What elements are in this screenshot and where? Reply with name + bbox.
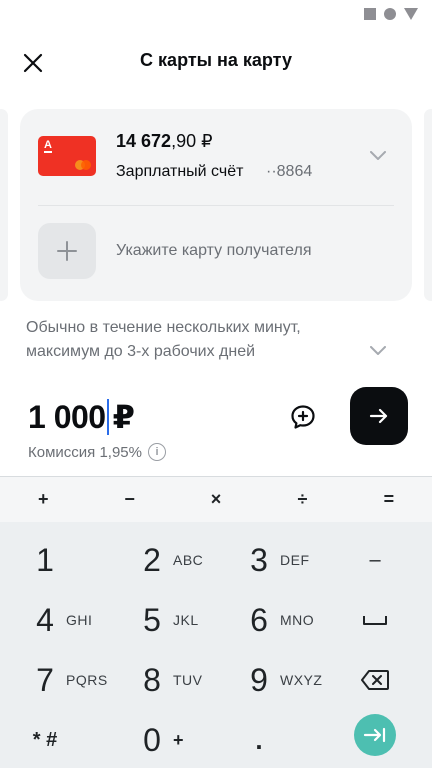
- key-letters: MNO: [280, 612, 315, 628]
- key-digit: 0: [143, 721, 161, 758]
- key-digit: 4: [36, 601, 54, 638]
- recipient-card-selector[interactable]: Укажите карту получателя: [20, 206, 412, 355]
- key-minus[interactable]: −: [86, 477, 172, 522]
- system-nav-icons: [364, 8, 418, 20]
- amount-currency: ₽: [112, 399, 135, 435]
- key-9[interactable]: 9 WXYZ: [244, 652, 344, 708]
- key-equals[interactable]: =: [346, 477, 432, 522]
- home-icon: [384, 8, 396, 20]
- commission-info: Комиссия 1,95% i: [28, 443, 166, 461]
- recents-icon: [364, 8, 376, 20]
- backspace-icon: [361, 670, 389, 690]
- key-letters: GHI: [66, 612, 93, 628]
- transfer-time-info: Обычно в течение нескольких минут, макси…: [26, 316, 406, 364]
- comment-plus-icon: [291, 405, 315, 429]
- key-letters: +: [173, 729, 185, 750]
- commission-text: Комиссия 1,95%: [28, 443, 142, 461]
- space-icon: [363, 616, 387, 625]
- plus-icon: [57, 241, 77, 261]
- key-2[interactable]: 2 ABC: [137, 532, 237, 588]
- mastercard-icon: [75, 160, 91, 170]
- key-0[interactable]: 0 +: [137, 712, 237, 768]
- key-digit: 2: [143, 541, 161, 578]
- submit-transfer-button[interactable]: [350, 387, 408, 445]
- info-icon[interactable]: i: [147, 443, 166, 461]
- bank-logo-underline: [44, 151, 52, 153]
- account-name: Зарплатный счёт: [116, 163, 244, 180]
- key-letters: TUV: [173, 672, 203, 688]
- chevron-down-icon: [368, 146, 388, 166]
- key-divide[interactable]: ÷: [259, 477, 345, 522]
- add-comment-button[interactable]: [288, 402, 318, 432]
- key-digit: 3: [250, 541, 268, 578]
- amount-input[interactable]: 1 000 ₽: [28, 394, 135, 440]
- bank-logo: A: [44, 139, 52, 151]
- balance-fraction: ,90 ₽: [171, 131, 213, 151]
- account-number-mask: ··8864: [266, 163, 313, 180]
- card-thumbnail: A: [38, 136, 96, 176]
- balance-integer: 14 672: [116, 131, 172, 151]
- key-multiply[interactable]: ×: [173, 477, 259, 522]
- info-line-2: максимум до 3-х рабочих дней: [26, 343, 256, 360]
- key-backspace[interactable]: [352, 657, 398, 703]
- prev-card-peek[interactable]: [0, 109, 8, 301]
- key-6[interactable]: 6 MNO: [244, 592, 344, 648]
- key-dash[interactable]: –: [352, 537, 398, 583]
- recipient-placeholder: Укажите карту получателя: [116, 242, 312, 259]
- amount-value: 1 000: [28, 398, 106, 435]
- key-digit: 9: [250, 661, 268, 698]
- key-letters: JKL: [173, 612, 199, 628]
- key-8[interactable]: 8 TUV: [137, 652, 237, 708]
- header: С карты на карту: [0, 36, 432, 88]
- arrow-right-icon: [369, 408, 388, 424]
- source-account-selector[interactable]: A 14 672,90 ₽ Зарплатный счёт ··8864: [20, 109, 412, 205]
- key-dot[interactable]: .: [244, 712, 344, 768]
- tab-forward-icon: [363, 727, 386, 743]
- key-5[interactable]: 5 JKL: [137, 592, 237, 648]
- key-digit: * #: [32, 728, 58, 751]
- keyboard-enter-button[interactable]: [354, 714, 396, 756]
- key-4[interactable]: 4 GHI: [30, 592, 130, 648]
- transfer-cards-block: A 14 672,90 ₽ Зарплатный счёт ··8864 Ука…: [20, 109, 412, 355]
- key-digit: 5: [143, 601, 161, 638]
- key-7[interactable]: 7 PQRS: [30, 652, 130, 708]
- key-digit: 6: [250, 601, 268, 638]
- key-digit: .: [255, 724, 263, 755]
- next-card-peek[interactable]: [424, 109, 432, 301]
- page-title: С карты на карту: [140, 50, 292, 70]
- key-space[interactable]: [352, 597, 398, 643]
- key-digit: 7: [36, 661, 54, 698]
- status-bar: [0, 0, 432, 30]
- key-letters: WXYZ: [280, 672, 323, 688]
- numeric-keyboard: + − × ÷ = 1 2 ABC 3 DEF – 4 GHI 5 JKL 6 …: [0, 476, 432, 768]
- text-caret: [106, 399, 109, 435]
- back-icon: [404, 8, 418, 20]
- key-letters: PQRS: [66, 672, 108, 688]
- key-letters: DEF: [280, 552, 310, 568]
- operator-row: + − × ÷ =: [0, 476, 432, 522]
- info-line-1: Обычно в течение нескольких минут,: [26, 319, 301, 336]
- account-balance: 14 672,90 ₽: [116, 131, 213, 152]
- key-letters: ABC: [173, 552, 204, 568]
- key-1[interactable]: 1: [30, 532, 130, 588]
- key-3[interactable]: 3 DEF: [244, 532, 344, 588]
- add-card-button[interactable]: [38, 223, 96, 279]
- key-digit: 8: [143, 661, 161, 698]
- key-digit: 1: [36, 541, 54, 578]
- key-star-hash[interactable]: * #: [30, 712, 130, 768]
- key-plus[interactable]: +: [0, 477, 86, 522]
